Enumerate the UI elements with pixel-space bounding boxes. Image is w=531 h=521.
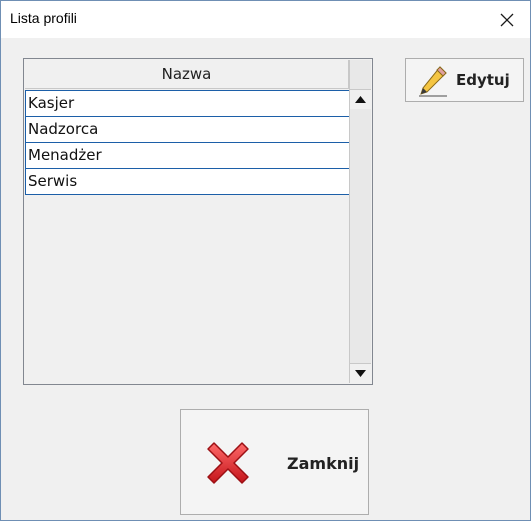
window-close-button[interactable] xyxy=(484,1,530,38)
close-button[interactable]: Zamknij xyxy=(180,409,369,515)
arrow-down-icon xyxy=(355,370,366,377)
profile-list[interactable]: Nazwa Kasjer Nadzorca Menadżer Serwis xyxy=(23,58,373,385)
scroll-down-button[interactable] xyxy=(350,363,371,383)
close-button-label: Zamknij xyxy=(287,454,360,473)
list-item[interactable]: Nadzorca xyxy=(25,116,350,143)
window-title: Lista profili xyxy=(10,10,77,26)
close-icon xyxy=(500,13,514,27)
red-x-icon xyxy=(207,442,249,484)
pencil-icon xyxy=(419,66,447,97)
list-item[interactable]: Kasjer xyxy=(25,90,350,117)
title-bar: Lista profili xyxy=(1,1,530,38)
list-item[interactable]: Serwis xyxy=(25,168,350,195)
vertical-scrollbar[interactable] xyxy=(349,60,371,383)
scroll-up-button[interactable] xyxy=(350,89,371,109)
arrow-up-icon xyxy=(355,96,366,103)
list-rows: Kasjer Nadzorca Menadżer Serwis xyxy=(25,90,350,195)
edit-button-label: Edytuj xyxy=(456,71,510,89)
list-item[interactable]: Menadżer xyxy=(25,142,350,169)
edit-button[interactable]: Edytuj xyxy=(405,58,524,102)
column-header-name[interactable]: Nazwa xyxy=(25,60,349,89)
profile-list-window: Lista profili Nazwa Kasjer Nadzorca Mena… xyxy=(0,0,531,521)
